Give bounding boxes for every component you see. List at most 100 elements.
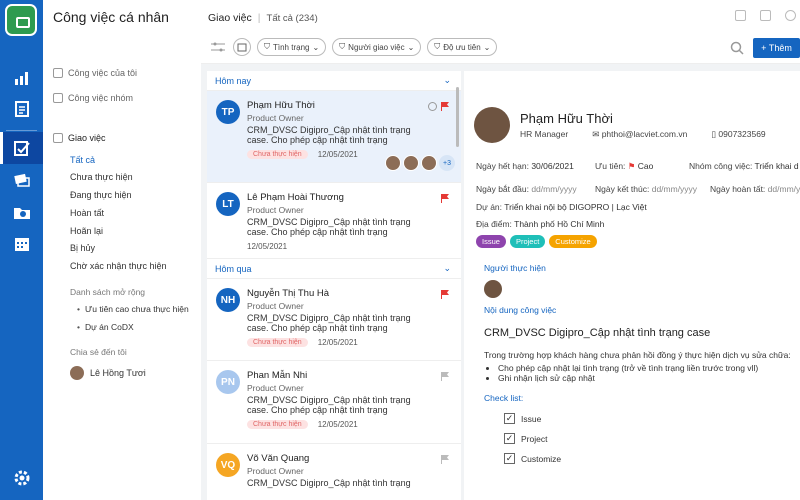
- nav-sub-awaiting[interactable]: Chờ xác nhận thực hiện: [70, 261, 166, 271]
- start-date[interactable]: Ngày bắt đầu: dd/mm/yyyy: [476, 184, 577, 194]
- end-date[interactable]: Ngày kết thúc: dd/mm/yyyy: [595, 184, 697, 194]
- sliders-icon[interactable]: [209, 38, 227, 56]
- group-header-today[interactable]: Hôm nay ⌄: [207, 71, 461, 91]
- done-label: Ngày hoàn tất:: [710, 184, 766, 194]
- nav-ext-item-high-priority[interactable]: Ưu tiên cao chưa thực hiện: [77, 304, 189, 314]
- card-desc: CRM_DVSC Digipro_Cập nhật tình trạng cas…: [247, 217, 411, 238]
- nav-group-tasks[interactable]: Công việc nhóm: [53, 93, 133, 103]
- nav-sub-in-progress[interactable]: Đang thực hiện: [70, 190, 132, 200]
- add-button[interactable]: + Thêm: [753, 38, 800, 58]
- card-desc: CRM_DVSC Digipro_Cập nhật tình trạng cas…: [247, 125, 411, 146]
- checkbox-checked-icon[interactable]: ✓: [504, 433, 515, 444]
- card-desc: CRM_DVSC Digipro_Cập nhật tình trạng cas…: [247, 313, 411, 334]
- nav-sub-postponed[interactable]: Hoãn lại: [70, 226, 103, 236]
- tag-project[interactable]: Project: [509, 235, 546, 248]
- card-date: 12/05/2021: [317, 419, 358, 429]
- bullet-item: Ghi nhận lịch sử cập nhật: [498, 373, 758, 383]
- place-label: Địa điểm:: [476, 219, 512, 229]
- priority-value: Cao: [637, 161, 654, 171]
- chart-icon[interactable]: [0, 62, 43, 94]
- chevron-down-icon: ⌄: [312, 42, 320, 52]
- project-value: Triển khai nội bộ DIGOPRO | Lạc Việt: [504, 202, 647, 212]
- checkbox-checked-icon[interactable]: ✓: [504, 453, 515, 464]
- avatar[interactable]: [484, 280, 502, 298]
- start-value: dd/mm/yyyy: [531, 184, 577, 194]
- nav-shared-header[interactable]: Chia sẻ đến tôi: [70, 347, 127, 357]
- card-name: Nguyễn Thị Thu Hà: [247, 288, 330, 299]
- card-name: Phạm Hữu Thời: [247, 100, 315, 111]
- calendar-view-icon[interactable]: [735, 10, 746, 21]
- checkbox-checked-icon[interactable]: ✓: [504, 413, 515, 424]
- card-role: Product Owner: [247, 466, 304, 476]
- status-badge: Chưa thực hiện: [247, 337, 308, 347]
- nav-ext-item-codx[interactable]: Dự án CoDX: [77, 322, 134, 332]
- card-role: Product Owner: [247, 301, 304, 311]
- task-count: Tất cả (234): [266, 13, 318, 24]
- folder-icon[interactable]: [0, 196, 43, 228]
- plus-icon: +: [761, 43, 767, 53]
- nav-ext-header[interactable]: Danh sách mở rộng: [70, 287, 145, 297]
- filter-status[interactable]: ⛉ Tình trạng ⌄: [257, 38, 327, 56]
- chat-icon[interactable]: [785, 10, 796, 21]
- tag-customize[interactable]: Customize: [549, 235, 597, 248]
- task-assign-icon[interactable]: [0, 132, 43, 164]
- card-name: Võ Văn Quang: [247, 453, 310, 464]
- filter-status-label: Tình trạng: [273, 42, 310, 52]
- checklist-item[interactable]: ✓ Issue: [504, 413, 541, 424]
- task-card[interactable]: NH Nguyễn Thị Thu Hà Product Owner CRM_D…: [207, 279, 461, 361]
- assignee-avatars: +3: [385, 155, 455, 171]
- search-icon[interactable]: [730, 41, 744, 55]
- flag-icon[interactable]: [441, 102, 449, 111]
- avatar: [70, 366, 84, 380]
- flag-icon[interactable]: [441, 290, 449, 299]
- tag-issue[interactable]: Issue: [476, 235, 506, 248]
- task-card[interactable]: VQ Võ Văn Quang Product Owner CRM_DVSC D…: [207, 444, 461, 500]
- task-card[interactable]: PN Phan Mẫn Nhi Product Owner CRM_DVSC D…: [207, 361, 461, 444]
- detail-email[interactable]: ✉ phthoi@lacviet.com.vn: [592, 129, 687, 140]
- clock-icon: [428, 102, 437, 111]
- filter-assigner-label: Người giao việc: [348, 42, 405, 52]
- calendar-filter-icon[interactable]: [233, 38, 251, 56]
- app-logo-icon[interactable]: [5, 4, 37, 36]
- flag-icon[interactable]: [441, 455, 449, 464]
- nav-tasks-header[interactable]: Giao việc: [53, 133, 106, 143]
- scrollbar[interactable]: [456, 87, 459, 147]
- card-role: Product Owner: [247, 205, 304, 215]
- checklist-view-icon[interactable]: [760, 10, 771, 21]
- task-detail: Phạm Hữu Thời HR Manager ✉ phthoi@lacvie…: [464, 71, 800, 500]
- nav-my-tasks[interactable]: Công việc của tôi: [53, 68, 137, 78]
- checklist-item[interactable]: ✓ Customize: [504, 453, 561, 464]
- end-value: dd/mm/yyyy: [651, 184, 698, 194]
- cards-icon[interactable]: [0, 164, 43, 196]
- task-card[interactable]: LT Lê Phạm Hoài Thương Product Owner CRM…: [207, 183, 461, 259]
- detail-phone[interactable]: ▯ 0907323569: [711, 129, 765, 140]
- task-card[interactable]: TP Phạm Hữu Thời Product Owner CRM_DVSC …: [207, 91, 461, 183]
- nav-shared-user[interactable]: Lê Hồng Tươi: [70, 366, 146, 380]
- nav-sub-done[interactable]: Hoàn tất: [70, 208, 104, 218]
- tag-list: Issue Project Customize: [476, 235, 597, 248]
- document-list-icon[interactable]: [0, 93, 43, 125]
- app-rail: [0, 0, 43, 500]
- done-date[interactable]: Ngày hoàn tất: dd/mm/yyyy: [710, 184, 800, 194]
- detail-phone-text: 0907323569: [718, 129, 766, 139]
- filter-priority-label: Độ ưu tiên: [443, 42, 481, 52]
- checklist-label: Project: [521, 433, 548, 444]
- nav-sub-not-started[interactable]: Chưa thực hiện: [70, 172, 133, 182]
- task-icon: [53, 133, 63, 143]
- filter-assigner[interactable]: ⛉ Người giao việc ⌄: [332, 38, 422, 56]
- checklist-item[interactable]: ✓ Project: [504, 433, 547, 444]
- more-count[interactable]: +3: [439, 155, 455, 171]
- filter-priority[interactable]: ⛉ Độ ưu tiên ⌄: [427, 38, 498, 56]
- due-date: Ngày hết hạn: 30/06/2021: [476, 161, 574, 171]
- card-desc: CRM_DVSC Digipro_Cập nhật tình trạng cas…: [247, 395, 411, 416]
- group-header-yesterday[interactable]: Hôm qua ⌄: [207, 259, 461, 279]
- settings-gear-icon[interactable]: [0, 462, 43, 494]
- flag-icon[interactable]: [441, 194, 449, 203]
- nav-shared-user-name: Lê Hồng Tươi: [90, 368, 146, 378]
- calendar-icon[interactable]: [0, 228, 43, 260]
- avatar: [421, 155, 437, 171]
- flag-icon[interactable]: [441, 372, 449, 381]
- nav-sub-cancelled[interactable]: Bị hủy: [70, 243, 95, 253]
- nav-group-tasks-label: Công việc nhóm: [68, 93, 134, 103]
- nav-sub-all[interactable]: Tất cả: [70, 155, 95, 165]
